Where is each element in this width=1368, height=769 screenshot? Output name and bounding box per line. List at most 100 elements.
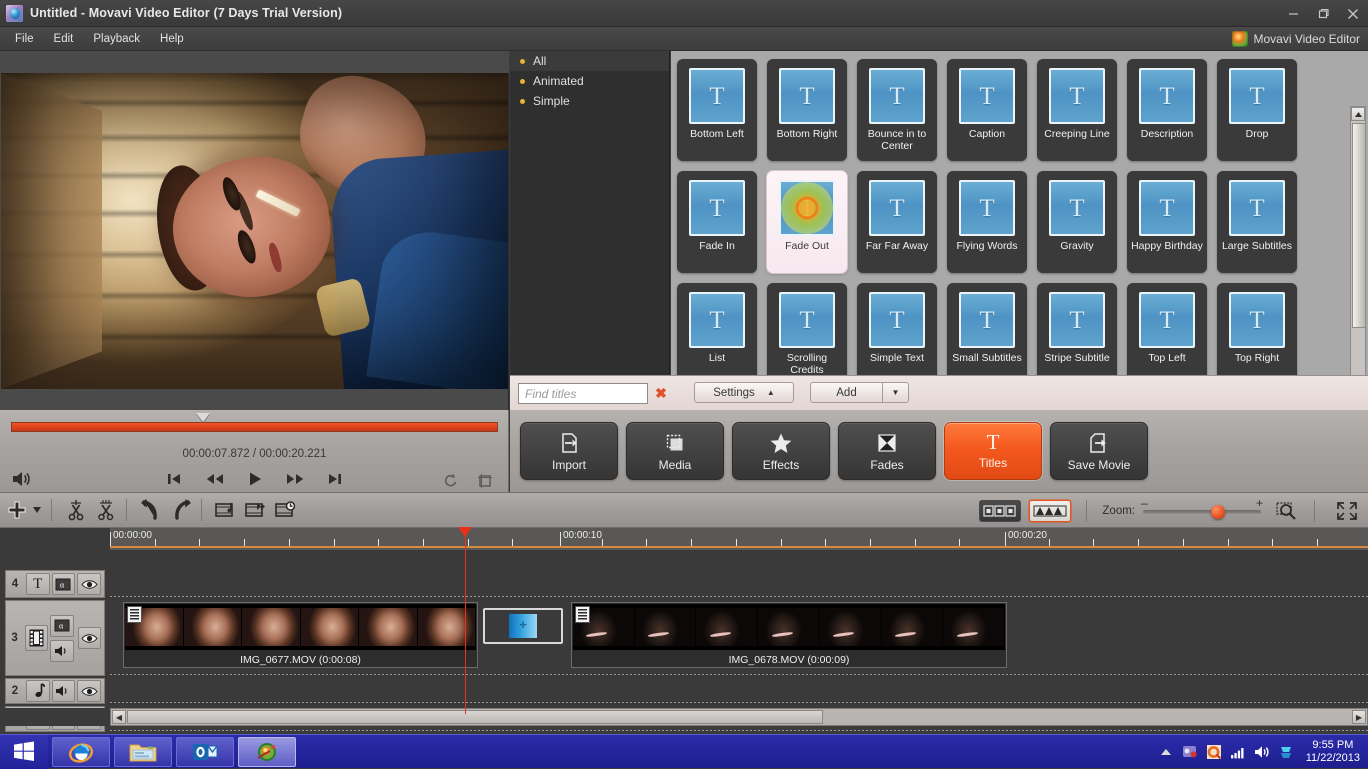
taskbar-file-explorer[interactable] [114,737,172,767]
storyboard-view-button[interactable] [979,500,1021,522]
zoom-slider[interactable]: – + [1143,502,1261,520]
menu-file[interactable]: File [6,30,43,48]
tray-volume-icon[interactable] [1254,744,1271,761]
play-button[interactable] [244,468,266,490]
title-card-fade-in[interactable]: TFade In [677,171,757,273]
scrollbar-thumb[interactable] [1352,123,1366,328]
title-card-fade-out[interactable]: TFade Out [767,171,847,273]
transition-clip[interactable] [483,608,563,644]
menu-edit[interactable]: Edit [45,30,83,48]
taskbar-internet-explorer[interactable] [52,737,110,767]
title-card-gravity[interactable]: TGravity [1037,171,1117,273]
close-button[interactable] [1338,1,1368,27]
effects-button[interactable]: Effects [732,422,830,480]
playhead[interactable] [465,528,466,714]
reset-button[interactable] [440,470,462,492]
title-t-icon[interactable]: T [26,573,50,595]
title-card-top-right[interactable]: TTop Right [1217,283,1297,375]
tray-action-center-icon[interactable] [1278,744,1295,761]
tray-orange-circle-icon[interactable] [1206,744,1223,761]
title-card-creeping-line[interactable]: TCreeping Line [1037,59,1117,161]
rewind-button[interactable] [204,468,226,490]
video-preview[interactable] [1,73,508,389]
speaker-icon[interactable] [50,640,74,662]
zoom-out-icon[interactable]: – [1141,496,1148,510]
taskbar-clock[interactable]: 9:55 PM 11/22/2013 [1302,739,1360,765]
taskbar-movavi[interactable] [238,737,296,767]
category-animated[interactable]: Animated [510,71,669,91]
scroll-up-arrow[interactable] [1351,107,1365,121]
fullscreen-button[interactable] [1334,498,1360,524]
zoom-track[interactable] [1143,510,1261,514]
titles-grid-panel[interactable]: TBottom LeftTBottom RightTBounce in to C… [671,51,1368,375]
taskbar-outlook[interactable] [176,737,234,767]
video-clip-1[interactable]: IMG_0677.MOV (0:00:08) [123,602,478,668]
title-card-bottom-left[interactable]: TBottom Left [677,59,757,161]
fades-button[interactable]: Fades [838,422,936,480]
tray-network-icon[interactable] [1230,744,1247,761]
title-card-far-far-away[interactable]: TFar Far Away [857,171,937,273]
speaker-icon[interactable] [52,680,76,702]
title-card-simple-text[interactable]: TSimple Text [857,283,937,375]
clear-search-icon[interactable]: ✖ [654,386,668,400]
title-card-drop[interactable]: TDrop [1217,59,1297,161]
eye-icon[interactable] [78,627,101,649]
title-card-caption[interactable]: TCaption [947,59,1027,161]
split-button[interactable] [63,497,89,523]
go-to-end-button[interactable] [324,468,346,490]
title-card-scrolling-credits[interactable]: TScrolling Credits [767,283,847,375]
settings-button[interactable]: Settings ▲ [694,382,794,403]
eye-icon[interactable] [77,573,101,595]
video-clip-2[interactable]: IMG_0678.MOV (0:00:09) [571,602,1007,668]
add-media-button[interactable] [4,497,30,523]
undo-button[interactable] [138,497,164,523]
title-card-list[interactable]: TList [677,283,757,375]
add-dropdown-button[interactable]: ▼ [883,382,909,403]
fast-forward-button[interactable] [284,468,306,490]
title-card-top-left[interactable]: TTop Left [1127,283,1207,375]
audio-properties-button[interactable] [213,497,239,523]
add-button[interactable]: Add [810,382,883,403]
timeline-ruler[interactable]: 00:00:00 00:00:10 00:00:20 [110,528,1368,550]
title-card-bounce-in-to-center[interactable]: TBounce in to Center [857,59,937,161]
zoom-in-icon[interactable]: + [1256,496,1263,510]
music-note-icon[interactable] [26,680,50,702]
title-card-stripe-subtitle[interactable]: TStripe Subtitle [1037,283,1117,375]
menu-playback[interactable]: Playback [84,30,149,48]
tray-app-icon[interactable] [1182,744,1199,761]
titles-scrollbar[interactable] [1350,106,1366,375]
alpha-icon[interactable]: α [50,615,74,637]
titles-button[interactable]: T Titles [944,422,1042,480]
minimize-button[interactable] [1278,1,1308,27]
film-icon[interactable] [25,625,48,651]
title-card-description[interactable]: TDescription [1127,59,1207,161]
title-card-flying-words[interactable]: TFlying Words [947,171,1027,273]
windows-start-button[interactable] [0,735,48,769]
title-card-small-subtitles[interactable]: TSmall Subtitles [947,283,1027,375]
show-hidden-icons-button[interactable] [1158,744,1175,761]
save-movie-button[interactable]: Save Movie [1050,422,1148,480]
split-all-button[interactable] [93,497,119,523]
eye-icon[interactable] [77,680,101,702]
timeline-view-button[interactable] [1029,500,1071,522]
go-to-start-button[interactable] [164,468,186,490]
redo-button[interactable] [168,497,194,523]
seek-handle[interactable] [196,413,210,422]
clip-properties-button[interactable] [243,497,269,523]
timeline-scroll-thumb[interactable] [127,710,823,724]
search-input[interactable]: Find titles [518,383,648,404]
track-header-4[interactable]: 4 T α [5,570,105,598]
category-simple[interactable]: Simple [510,91,669,111]
clip-duration-button[interactable] [273,497,299,523]
category-all[interactable]: All [510,51,669,71]
title-card-large-subtitles[interactable]: TLarge Subtitles [1217,171,1297,273]
scroll-left-arrow[interactable]: ◀ [112,710,126,724]
alpha-icon[interactable]: α [52,573,76,595]
track-header-2[interactable]: 2 [5,678,105,704]
title-card-bottom-right[interactable]: TBottom Right [767,59,847,161]
crop-frame-button[interactable] [474,470,496,492]
zoom-handle[interactable] [1211,505,1225,519]
zoom-fit-button[interactable] [1273,498,1299,524]
track-header-3[interactable]: 3 α [5,600,105,676]
media-button[interactable]: Media [626,422,724,480]
